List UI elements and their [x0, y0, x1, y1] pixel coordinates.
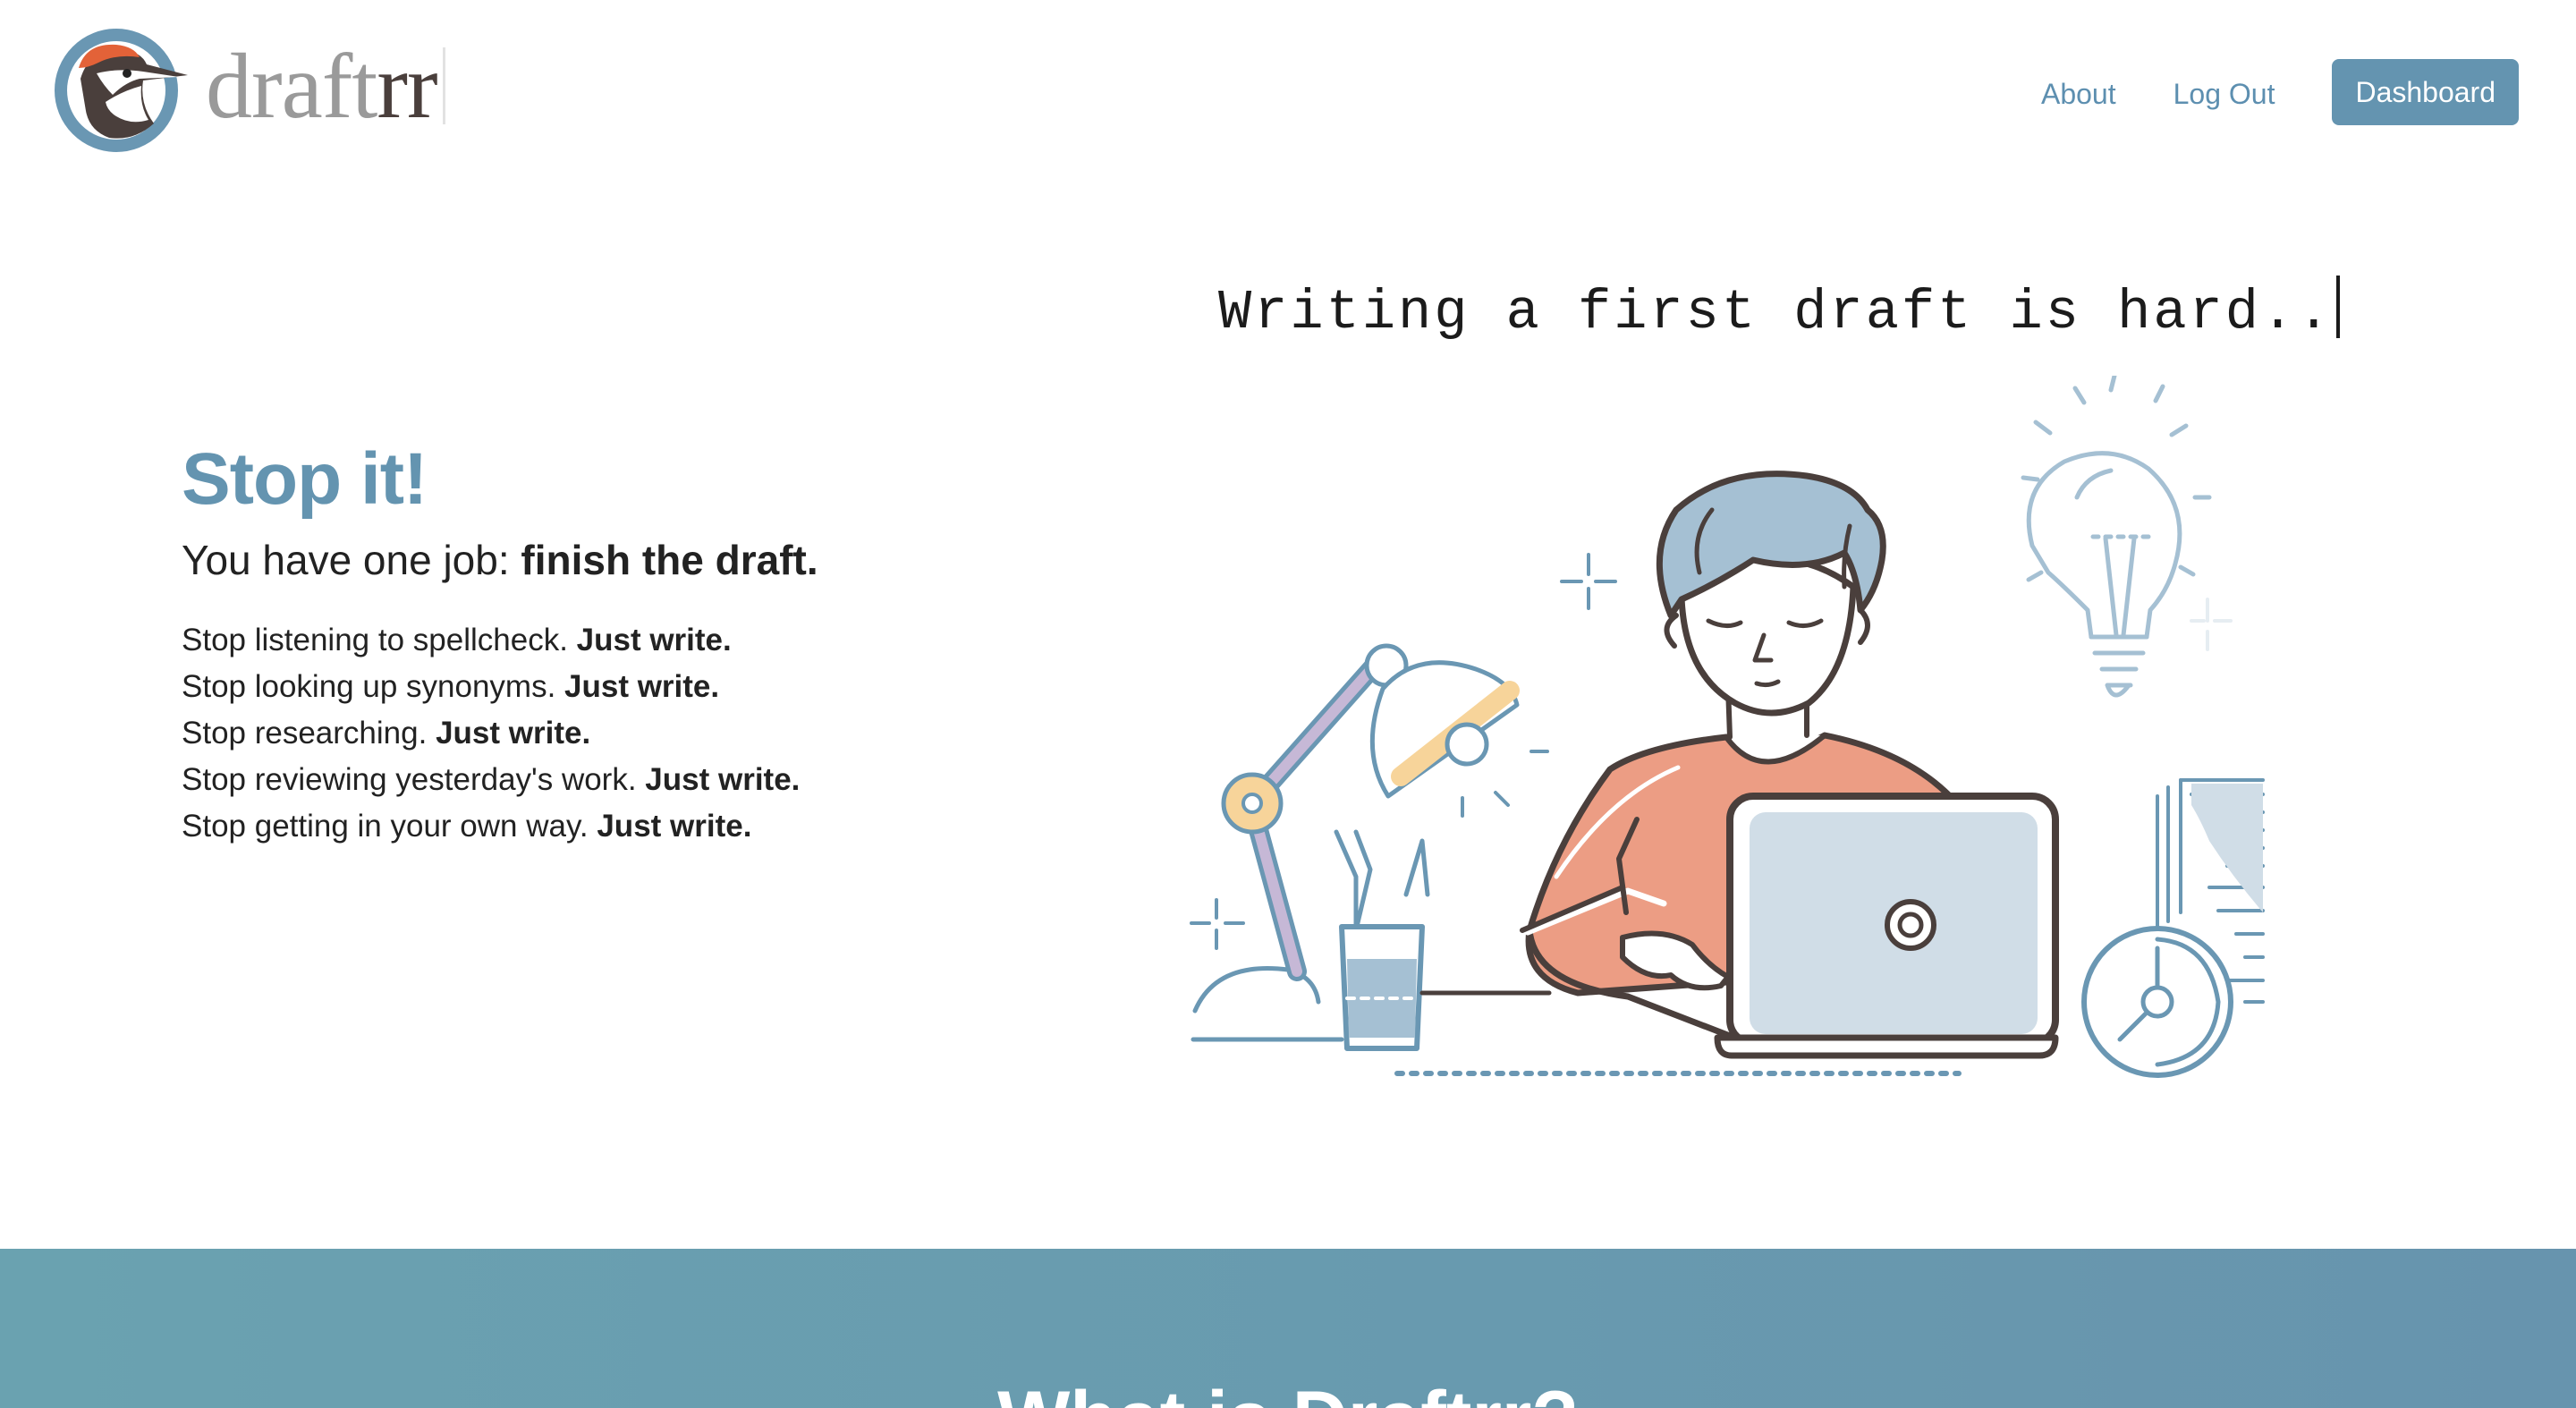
woodpecker-logo-icon	[55, 29, 188, 152]
logo-link[interactable]: draftrr	[54, 23, 445, 157]
typewriter-heading: Writing a first draft is hard..	[1218, 276, 2341, 349]
logo-cursor	[442, 47, 445, 124]
nav-logout-link[interactable]: Log Out	[2174, 76, 2275, 112]
logo-wordmark: draftrr	[206, 40, 445, 133]
list-item: Stop getting in your own way. Just write…	[182, 809, 752, 844]
hero-title: Stop it!	[182, 438, 428, 520]
typewriter-cursor	[2336, 276, 2341, 338]
site-header: draftrr About Log Out Dashboard	[0, 0, 2576, 188]
main-nav: About Log Out Dashboard	[2041, 59, 2519, 125]
list-item: Stop researching. Just write.	[182, 716, 591, 751]
list-item: Stop reviewing yesterday's work. Just wr…	[182, 762, 801, 797]
list-item: Stop listening to spellcheck. Just write…	[182, 623, 732, 657]
hero-text: Stop it! You have one job: finish the dr…	[182, 435, 1076, 850]
writer-at-laptop-illustration	[1190, 376, 2265, 1078]
stop-list: Stop listening to spellcheck. Just write…	[182, 617, 1076, 850]
nav-about-link[interactable]: About	[2041, 76, 2116, 112]
what-is-section: What is Draftrr?	[0, 1249, 2576, 1408]
section-heading: What is Draftrr?	[0, 1374, 2576, 1408]
dashboard-button[interactable]: Dashboard	[2332, 59, 2519, 125]
list-item: Stop looking up synonyms. Just write.	[182, 669, 720, 704]
hero-subtitle: You have one job: finish the draft.	[182, 537, 818, 583]
